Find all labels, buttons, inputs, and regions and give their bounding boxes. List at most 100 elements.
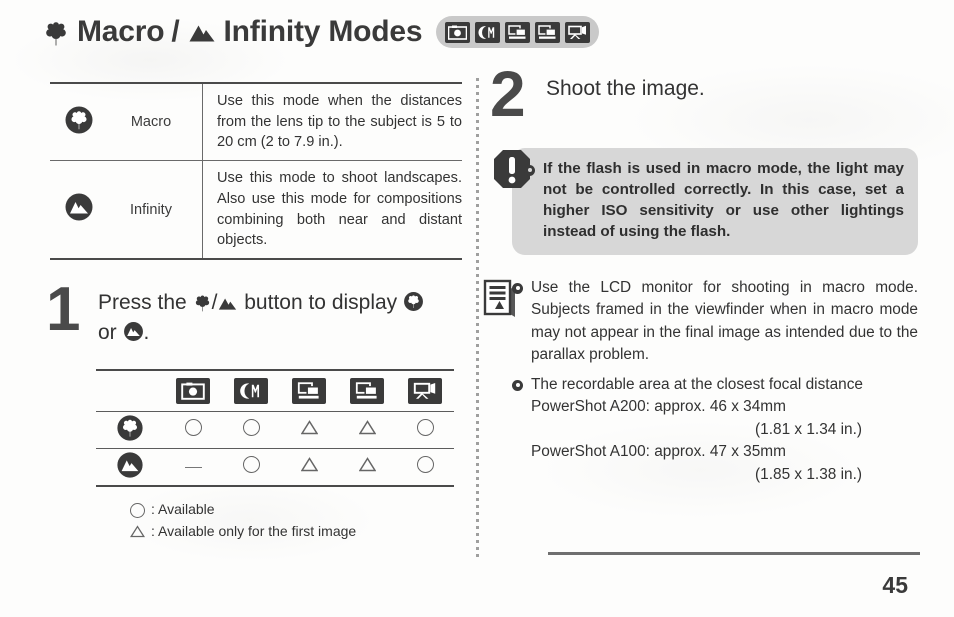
matrix-cell (338, 448, 396, 486)
left-column: Macro Use this mode when the distances f… (46, 82, 466, 543)
mode-name-macro: Macro (108, 82, 203, 161)
title-macro-text: Macro (77, 15, 165, 48)
manual-page: Macro / Infinity Modes Macro Use this mo… (0, 0, 954, 617)
matrix-col-stitch-assist-2 (338, 369, 396, 412)
page-title: Macro / Infinity Modes (42, 15, 423, 49)
mark-circle-icon (242, 419, 260, 437)
page-header: Macro / Infinity Modes (42, 8, 922, 56)
legend-item-circle: : Available (130, 499, 466, 521)
notes-section: Use the LCD monitor for shooting in macr… (483, 277, 918, 486)
matrix-cell (222, 411, 280, 449)
mark-triangle-icon (300, 420, 318, 440)
stitch-assist-mode-icon (505, 21, 531, 43)
matrix-corner-cell (96, 369, 164, 412)
mark-circle-icon (242, 456, 260, 474)
matrix-col-manual (222, 369, 280, 412)
note-sub-line-a100-inches: (1.85 x 1.38 in.) (755, 465, 862, 483)
legend-item-triangle: : Available only for the first image (130, 521, 466, 543)
legend-circle-text: : Available (151, 501, 215, 518)
step-2-text: Shoot the image. (546, 77, 705, 100)
step-2-number: 2 (490, 58, 526, 130)
macro-flower-symbol (403, 291, 424, 320)
still-image-mode-icon (176, 377, 210, 404)
mark-triangle-icon (300, 457, 318, 477)
table-bottom-rule (50, 257, 462, 261)
matrix-col-stitch-assist (280, 369, 338, 412)
infinity-mountain-symbol (123, 321, 144, 350)
infinity-mountain-symbol (96, 448, 164, 486)
bullet-dot-icon (524, 164, 535, 176)
manual-mode-icon (234, 377, 268, 404)
matrix-legend: : Available : Available only for the fir… (130, 499, 466, 542)
matrix-cell (164, 448, 222, 486)
matrix-cell (396, 448, 454, 486)
page-number: 45 (882, 572, 908, 598)
matrix-col-still-image (164, 369, 222, 412)
mark-triangle-icon (358, 457, 376, 477)
step-1-text: Press the / button to display or . (98, 286, 424, 349)
flower-icon (42, 19, 70, 46)
macro-flower-symbol (50, 82, 108, 161)
column-divider (476, 78, 479, 560)
matrix-cell (222, 448, 280, 486)
title-separator: / (171, 15, 180, 48)
matrix-row-macro (96, 411, 454, 449)
step-1-text-before: Press the (98, 291, 187, 315)
bottom-horizontal-rule (548, 552, 920, 555)
mountain-icon (187, 19, 217, 45)
mark-circle-icon (184, 419, 202, 437)
stitch-assist-mode-icon (292, 377, 326, 404)
manual-mode-icon (475, 21, 501, 43)
mode-name-infinity: Infinity (108, 160, 203, 259)
step-1-text-middle: button to display (244, 291, 398, 315)
mode-description-macro: Use this mode when the distances from th… (202, 82, 462, 161)
availability-matrix-table (96, 369, 454, 488)
mountain-icon (217, 293, 238, 320)
still-image-mode-icon (445, 21, 471, 43)
mode-description-infinity: Use this mode to shoot landscapes. Also … (202, 160, 462, 259)
note-item-text: The recordable area at the closest focal… (531, 375, 863, 393)
mark-circle-icon (130, 502, 145, 518)
matrix-cell (280, 411, 338, 449)
matrix-header-row (96, 369, 454, 412)
legend-triangle-text: : Available only for the first image (151, 523, 357, 540)
step-1-number: 1 (46, 275, 81, 345)
title-infinity-text: Infinity Modes (223, 15, 423, 48)
matrix-cell (280, 448, 338, 486)
bullet-dot-icon (512, 282, 523, 294)
mark-dash-icon (184, 466, 202, 468)
caution-callout-box: If the flash is used in macro mode, the … (512, 147, 918, 255)
macro-flower-symbol (96, 411, 164, 449)
matrix-col-movie (396, 369, 454, 412)
caution-item: If the flash is used in macro mode, the … (524, 159, 904, 243)
mode-description-table: Macro Use this mode when the distances f… (50, 82, 462, 261)
table-row: Infinity Use this mode to shoot landscap… (50, 160, 462, 259)
movie-mode-icon (565, 21, 591, 43)
mark-triangle-icon (130, 525, 145, 538)
stitch-assist-2-mode-icon (350, 377, 384, 404)
matrix-cell (338, 411, 396, 449)
matrix-cell (396, 411, 454, 449)
caution-item-text: If the flash is used in macro mode, the … (543, 159, 904, 240)
mark-circle-icon (416, 456, 434, 474)
note-item-text: Use the LCD monitor for shooting in macr… (531, 278, 918, 364)
movie-mode-icon (408, 377, 442, 404)
matrix-bottom-rule (96, 484, 454, 488)
stitch-assist-2-mode-icon (535, 21, 561, 43)
step-1-text-end: . (143, 320, 150, 344)
mark-triangle-icon (358, 420, 376, 440)
mode-chip-group (436, 16, 600, 48)
step-2: 2 Shoot the image. (490, 58, 920, 130)
infinity-mountain-symbol (50, 160, 108, 259)
note-item: Use the LCD monitor for shooting in macr… (512, 277, 918, 367)
note-sub-line-a100: PowerShot A100: approx. 47 x 35mm (531, 443, 786, 461)
matrix-cell (164, 411, 222, 449)
table-row: Macro Use this mode when the distances f… (50, 82, 462, 161)
flower-icon (193, 293, 212, 320)
mark-circle-icon (416, 419, 434, 437)
bullet-dot-icon (512, 379, 523, 391)
right-column: 2 Shoot the image. If the flash is used … (483, 58, 920, 486)
matrix-row-infinity (96, 448, 454, 486)
step-1-text-or: or (98, 320, 117, 344)
note-sub-line-a200: PowerShot A200: approx. 46 x 34mm (531, 398, 786, 416)
